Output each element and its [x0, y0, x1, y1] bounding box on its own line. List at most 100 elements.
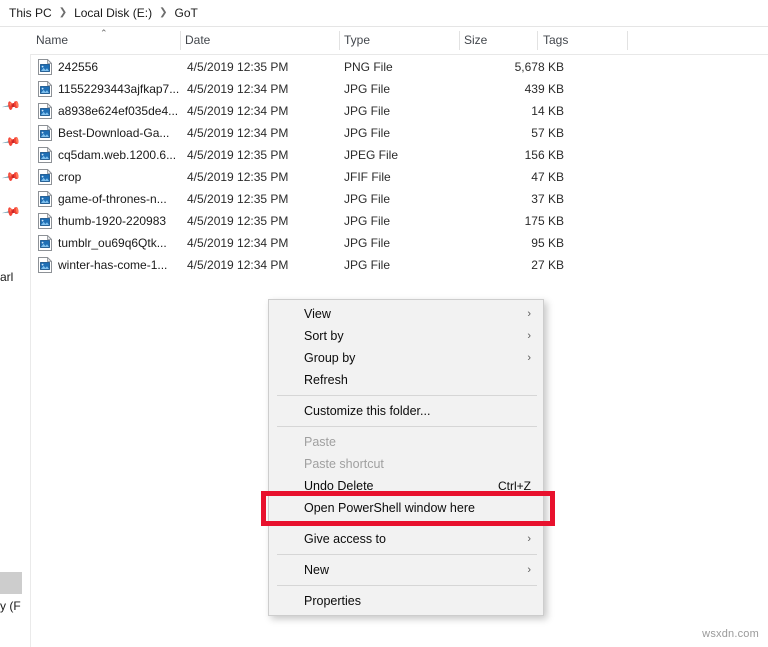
- image-file-icon: [38, 212, 53, 229]
- cell-type: JPEG File: [344, 148, 399, 162]
- menu-item-label: New: [304, 563, 330, 577]
- cell-date: 4/5/2019 12:34 PM: [187, 82, 289, 96]
- image-file-icon: [38, 102, 53, 119]
- cell-date: 4/5/2019 12:34 PM: [187, 104, 289, 118]
- pin-icon: 📌: [1, 131, 22, 152]
- table-row[interactable]: game-of-thrones-n... 4/5/2019 12:35 PM JPG…: [31, 188, 768, 210]
- cell-date: 4/5/2019 12:34 PM: [187, 258, 289, 272]
- cell-type: JPG File: [344, 104, 391, 118]
- cell-type: JPG File: [344, 192, 391, 206]
- cell-name: tumblr_ou69q6Qtk...: [58, 236, 167, 250]
- navigation-scrollbar-thumb[interactable]: [0, 572, 22, 594]
- cell-name: game-of-thrones-n...: [58, 192, 167, 206]
- cell-name: crop: [58, 170, 82, 184]
- chevron-right-icon: ›: [527, 330, 531, 342]
- nav-item-label-fragment-bottom[interactable]: y (F: [0, 599, 21, 613]
- column-header-date[interactable]: Date: [185, 33, 210, 47]
- cell-name: a8938e624ef035de4...: [58, 104, 179, 118]
- column-header-size[interactable]: Size: [464, 33, 487, 47]
- table-row[interactable]: tumblr_ou69q6Qtk... 4/5/2019 12:34 PM JPG …: [31, 232, 768, 254]
- chevron-right-icon: ›: [527, 308, 531, 320]
- nav-item-label-fragment[interactable]: arl: [0, 270, 13, 284]
- menu-item-group-by[interactable]: Group by ›: [269, 347, 543, 369]
- file-list[interactable]: 242556 4/5/2019 12:35 PM PNG File 5,678 KB 1…: [31, 56, 768, 276]
- menu-item-label: Customize this folder...: [304, 404, 431, 418]
- menu-item-label: Properties: [304, 594, 361, 608]
- cell-date: 4/5/2019 12:35 PM: [187, 192, 289, 206]
- table-row[interactable]: cq5dam.web.1200.6... 4/5/2019 12:35 PM JPE…: [31, 144, 768, 166]
- menu-item-sort-by[interactable]: Sort by ›: [269, 325, 543, 347]
- image-file-icon: [38, 124, 53, 141]
- cell-name: 242556: [58, 60, 99, 74]
- cell-size: 156 KB: [524, 148, 564, 162]
- cell-size: 175 KB: [524, 214, 564, 228]
- table-row[interactable]: crop 4/5/2019 12:35 PM JFIF File 47 KB: [31, 166, 768, 188]
- image-file-icon: [38, 58, 53, 75]
- menu-item-label: Undo Delete: [304, 479, 374, 493]
- cell-size: 95 KB: [531, 236, 564, 250]
- column-divider[interactable]: [339, 31, 340, 50]
- table-row[interactable]: Best-Download-Ga... 4/5/2019 12:34 PM JPG …: [31, 122, 768, 144]
- table-row[interactable]: thumb-1920-220983 4/5/2019 12:35 PM JPG Fi…: [31, 210, 768, 232]
- watermark: wsxdn.com: [702, 628, 759, 640]
- menu-item-paste-shortcut: Paste shortcut: [269, 453, 543, 475]
- breadcrumb-item-local-disk[interactable]: Local Disk (E:): [74, 6, 152, 20]
- menu-item-refresh[interactable]: Refresh: [269, 369, 543, 391]
- menu-item-customize-this-folder[interactable]: Customize this folder...: [269, 400, 543, 422]
- menu-item-open-powershell-window-here[interactable]: Open PowerShell window here: [269, 497, 543, 519]
- table-row[interactable]: 11552293443ajfkap7... 4/5/2019 12:34 PM JP…: [31, 78, 768, 100]
- sort-ascending-caret-icon: ⌃: [100, 28, 108, 38]
- cell-size: 57 KB: [531, 126, 564, 140]
- navigation-pane-fragment[interactable]: 📌 📌 📌 📌 arl y (F: [0, 27, 30, 647]
- address-bar[interactable]: This PC ❯ Local Disk (E:) ❯ GoT: [0, 0, 768, 26]
- chevron-right-icon: ›: [527, 352, 531, 364]
- column-header-type[interactable]: Type: [344, 33, 370, 47]
- cell-name: winter-has-come-1...: [58, 258, 168, 272]
- column-header-tags[interactable]: Tags: [543, 33, 568, 47]
- menu-separator: [277, 426, 537, 427]
- breadcrumb-separator-icon: ❯: [58, 7, 68, 18]
- menu-item-properties[interactable]: Properties: [269, 590, 543, 612]
- menu-item-view[interactable]: View ›: [269, 303, 543, 325]
- column-divider[interactable]: [180, 31, 181, 50]
- menu-item-label: Refresh: [304, 373, 348, 387]
- menu-item-shortcut: Ctrl+Z: [498, 479, 531, 493]
- image-file-icon: [38, 256, 53, 273]
- cell-date: 4/5/2019 12:35 PM: [187, 60, 289, 74]
- column-divider[interactable]: [459, 31, 460, 50]
- table-row[interactable]: a8938e624ef035de4... 4/5/2019 12:34 PM JPG…: [31, 100, 768, 122]
- cell-size: 14 KB: [531, 104, 564, 118]
- menu-separator: [277, 395, 537, 396]
- folder-context-menu[interactable]: View › Sort by › Group by › Refresh Customize t…: [268, 299, 544, 616]
- chevron-right-icon: ›: [527, 564, 531, 576]
- cell-name: cq5dam.web.1200.6...: [58, 148, 177, 162]
- table-row[interactable]: 242556 4/5/2019 12:35 PM PNG File 5,678 KB: [31, 56, 768, 78]
- cell-type: JPG File: [344, 258, 391, 272]
- menu-item-label: View: [304, 307, 331, 321]
- menu-item-new[interactable]: New ›: [269, 559, 543, 581]
- menu-item-label: Open PowerShell window here: [304, 501, 475, 515]
- image-file-icon: [38, 234, 53, 251]
- column-header-name[interactable]: Name: [36, 33, 68, 47]
- menu-separator: [277, 523, 537, 524]
- cell-type: JFIF File: [344, 170, 391, 184]
- column-divider[interactable]: [627, 31, 628, 50]
- menu-item-undo-delete[interactable]: Undo Delete Ctrl+Z: [269, 475, 543, 497]
- menu-item-paste: Paste: [269, 431, 543, 453]
- image-file-icon: [38, 168, 53, 185]
- breadcrumb-item-this-pc[interactable]: This PC: [9, 6, 52, 20]
- image-file-icon: [38, 146, 53, 163]
- cell-type: JPG File: [344, 214, 391, 228]
- table-row[interactable]: winter-has-come-1... 4/5/2019 12:34 PM JPG…: [31, 254, 768, 276]
- menu-item-give-access-to[interactable]: Give access to ›: [269, 528, 543, 550]
- cell-date: 4/5/2019 12:35 PM: [187, 214, 289, 228]
- pin-icon: 📌: [1, 95, 22, 116]
- breadcrumb-item-got[interactable]: GoT: [175, 6, 198, 20]
- pin-icon: 📌: [1, 201, 22, 222]
- cell-size: 5,678 KB: [514, 60, 564, 74]
- cell-date: 4/5/2019 12:35 PM: [187, 148, 289, 162]
- column-divider[interactable]: [537, 31, 538, 50]
- menu-item-label: Give access to: [304, 532, 386, 546]
- cell-name: thumb-1920-220983: [58, 214, 167, 228]
- menu-item-label: Group by: [304, 351, 356, 365]
